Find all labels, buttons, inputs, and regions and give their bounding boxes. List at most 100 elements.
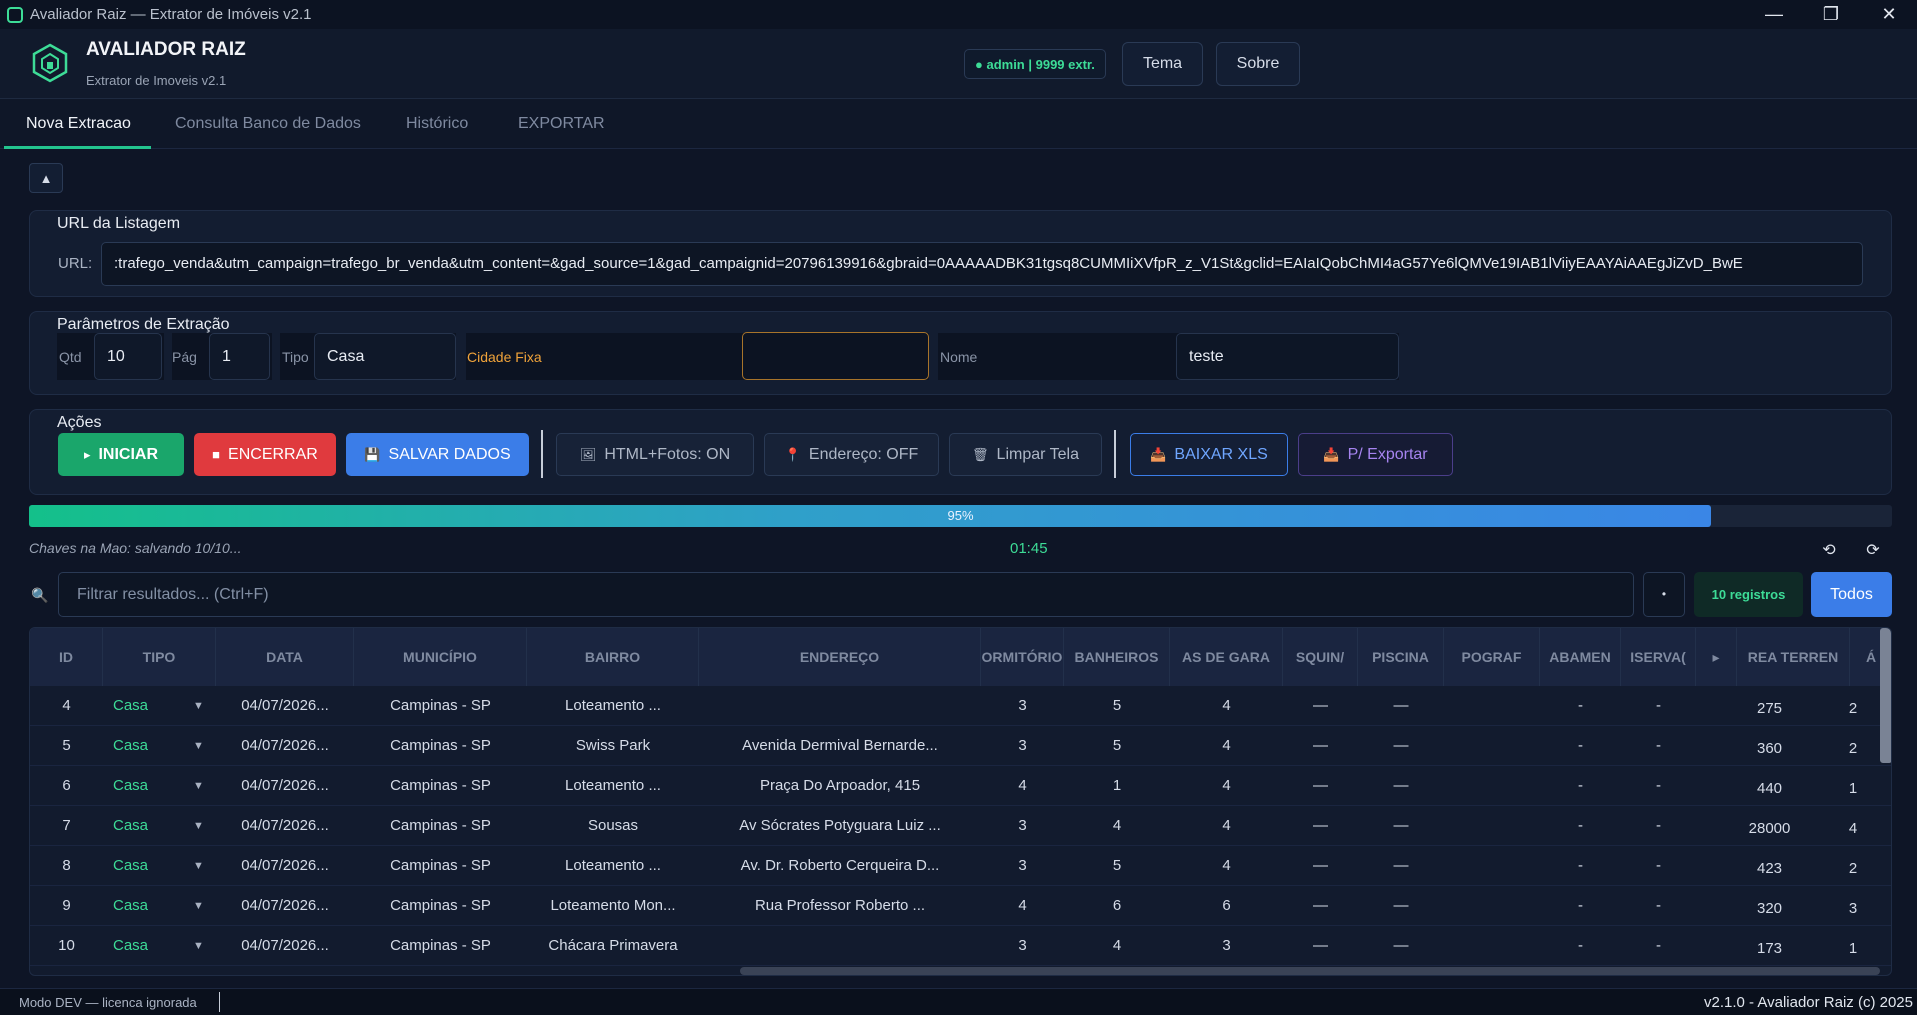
nome-input[interactable]: teste (1176, 333, 1399, 380)
stop-label: ENCERRAR (228, 445, 318, 463)
actions-panel-title: Ações (57, 414, 102, 431)
table-row[interactable]: 9 Casa ▼ 04/07/2026... Campinas - SP Loteamen… (30, 886, 1891, 926)
redo-icon[interactable]: ⟳ (1863, 540, 1883, 560)
column-header[interactable]: ID (30, 628, 103, 686)
minimize-icon[interactable]: — (1746, 0, 1802, 29)
cell-banh: 4 (1112, 817, 1122, 834)
address-toggle[interactable]: 📍 Endereço: OFF (764, 433, 939, 476)
cell-dorm: 4 (1018, 897, 1027, 914)
column-header[interactable]: SQUIN/ (1283, 628, 1358, 686)
cell-bairro: Loteamento ... (565, 777, 661, 794)
start-button[interactable]: ▸ INICIAR (58, 433, 184, 476)
clear-screen-button[interactable]: 🗑 Limpar Tela (949, 433, 1102, 476)
dropdown-arrow-icon[interactable]: ▼ (193, 926, 204, 966)
table-row[interactable]: 7 Casa ▼ 04/07/2026... Campinas - SP Sousas Av… (30, 806, 1891, 846)
theme-button[interactable]: Tema (1122, 42, 1203, 86)
dropdown-arrow-icon[interactable]: ▼ (193, 806, 204, 846)
clear-filter-button[interactable]: • (1643, 572, 1685, 617)
table-row[interactable]: 8 Casa ▼ 04/07/2026... Campinas - SP Loteamen… (30, 846, 1891, 886)
cell-endereco: Praça Do Arpoador, 415 (759, 777, 921, 794)
tab-nova-extracao[interactable]: Nova Extracao (26, 99, 131, 149)
column-header[interactable]: ISERVA( (1621, 628, 1696, 686)
close-icon[interactable]: ✕ (1861, 0, 1917, 29)
column-header[interactable]: DATA (216, 628, 354, 686)
filter-input[interactable]: Filtrar resultados... (Ctrl+F) (58, 572, 1634, 617)
collapse-button[interactable]: ▲ (29, 163, 63, 193)
params-panel-title: Parâmetros de Extração (57, 316, 230, 333)
cell-banh: 5 (1112, 697, 1122, 714)
cell-bairro: Loteamento Mon... (550, 897, 676, 914)
column-header[interactable]: ORMITÓRIO (981, 628, 1064, 686)
column-header[interactable]: ABAMEN (1540, 628, 1621, 686)
cell-id: 7 (62, 817, 71, 834)
download-xls-button[interactable]: 📥 BAIXAR XLS (1130, 433, 1288, 476)
html-photos-toggle[interactable]: 🖼 HTML+Fotos: ON (556, 433, 754, 476)
cell-a2: 3 (1848, 900, 1858, 917)
cidade-input[interactable] (742, 332, 929, 380)
dropdown-arrow-icon[interactable]: ▼ (193, 846, 204, 886)
column-header[interactable]: POGRAF (1444, 628, 1540, 686)
column-header[interactable]: TIPO (103, 628, 216, 686)
qtd-input[interactable]: 10 (94, 333, 162, 380)
vertical-scrollbar[interactable] (1880, 628, 1891, 763)
cell-cons: - (1656, 737, 1661, 754)
cell-cons: - (1656, 817, 1661, 834)
table-row[interactable]: 6 Casa ▼ 04/07/2026... Campinas - SP Loteamen… (30, 766, 1891, 806)
cell-acab: - (1578, 697, 1583, 714)
table-row[interactable]: 10 Casa ▼ 04/07/2026... Campinas - SP Chácara… (30, 926, 1891, 966)
cell-bairro: Loteamento ... (565, 697, 661, 714)
cell-cons: - (1656, 937, 1661, 954)
cell-topo (1444, 686, 1540, 726)
cell-acab: - (1578, 817, 1583, 834)
cell-cons: - (1656, 897, 1661, 914)
tab-historico[interactable]: Histórico (406, 99, 468, 149)
cell-dorm: 3 (1018, 737, 1027, 754)
cell-gar: 4 (1222, 777, 1231, 794)
pag-input[interactable]: 1 (209, 333, 270, 380)
column-header[interactable]: AS DE GARA (1170, 628, 1283, 686)
tipo-input[interactable]: Casa (314, 333, 456, 380)
column-header[interactable]: MUNICÍPIO (354, 628, 527, 686)
dropdown-arrow-icon[interactable]: ▼ (193, 886, 204, 926)
active-tab-indicator (4, 146, 151, 149)
cell-endereco: Avenida Dermival Bernarde... (742, 737, 938, 754)
save-data-button[interactable]: 💾 SALVAR DADOS (346, 433, 529, 476)
about-button[interactable]: Sobre (1216, 42, 1300, 86)
column-header[interactable]: BANHEIROS (1064, 628, 1170, 686)
cell-endereco: Av. Dr. Roberto Cerqueira D... (740, 857, 940, 874)
cell-area: 28000 (1748, 820, 1791, 837)
tab-consulta-banco[interactable]: Consulta Banco de Dados (175, 99, 361, 149)
tab-exportar[interactable]: EXPORTAR (518, 99, 605, 149)
cell-topo (1444, 886, 1540, 926)
export-button[interactable]: 📥 P/ Exportar (1298, 433, 1453, 476)
progress-bar: 95% (29, 505, 1892, 527)
undo-icon[interactable]: ⟲ (1819, 540, 1839, 560)
app-icon (7, 6, 23, 23)
dropdown-arrow-icon[interactable]: ▼ (193, 726, 204, 766)
column-header[interactable]: PISCINA (1358, 628, 1444, 686)
cell-id: 4 (62, 697, 71, 714)
table-row[interactable]: 5 Casa ▼ 04/07/2026... Campinas - SP Swiss Pa… (30, 726, 1891, 766)
dropdown-arrow-icon[interactable]: ▼ (193, 766, 204, 806)
dropdown-arrow-icon[interactable]: ▼ (193, 686, 204, 726)
restore-icon[interactable]: ❐ (1803, 0, 1859, 29)
column-header[interactable]: ENDEREÇO (699, 628, 981, 686)
cell-pisc: — (1393, 697, 1409, 714)
qtd-label: Qtd (59, 349, 82, 365)
url-input[interactable]: :trafego_venda&utm_campaign=trafego_br_v… (101, 242, 1863, 286)
column-header[interactable]: REA TERREN (1737, 628, 1850, 686)
show-all-button[interactable]: Todos (1811, 572, 1892, 617)
cell-municipio: Campinas - SP (390, 937, 491, 954)
column-header[interactable]: ▸ (1696, 628, 1737, 686)
cell-banh: 6 (1112, 897, 1122, 914)
cell-acab: - (1578, 737, 1583, 754)
column-header[interactable]: BAIRRO (527, 628, 699, 686)
records-count-badge: 10 registros (1694, 572, 1803, 617)
table-row[interactable]: 4 Casa ▼ 04/07/2026... Campinas - SP Loteamen… (30, 686, 1891, 726)
cell-esq: — (1313, 697, 1328, 714)
stop-button[interactable]: ■ ENCERRAR (194, 433, 336, 476)
cell-a2: 2 (1848, 700, 1858, 717)
cell-area: 275 (1756, 700, 1783, 717)
horizontal-scrollbar[interactable] (740, 967, 1880, 975)
cell-a2: 1 (1848, 940, 1858, 957)
